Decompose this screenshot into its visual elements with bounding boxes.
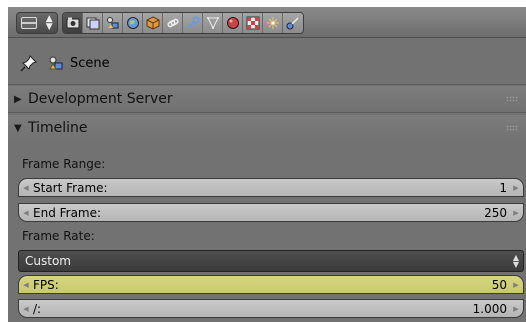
scene-tab[interactable]	[103, 13, 123, 33]
constraints-tab[interactable]	[163, 13, 183, 33]
breadcrumb-scene-label: Scene	[70, 55, 110, 71]
end-frame-field[interactable]: ◀ End Frame: 250 ▶	[18, 203, 524, 222]
properties-editor-icon	[21, 17, 38, 29]
start-frame-field[interactable]: ◀ Start Frame: 1 ▶	[18, 178, 524, 197]
object-tab[interactable]	[143, 13, 163, 33]
increment-arrow-icon[interactable]: ▶	[509, 184, 523, 192]
panel-title: Timeline	[28, 120, 88, 136]
field-label: FPS:	[33, 277, 59, 292]
constraints-icon	[166, 18, 179, 28]
drag-handle-icon[interactable]	[506, 96, 518, 102]
texture-icon	[246, 16, 259, 30]
object-data-mesh-icon	[206, 17, 219, 30]
object-icon	[146, 16, 159, 30]
field-value: 250	[484, 205, 507, 220]
field-label: /:	[33, 301, 42, 316]
render-icon	[66, 17, 79, 29]
updown-arrows-icon: ▲ ▼	[512, 253, 519, 269]
modifiers-wrench-icon	[186, 16, 200, 29]
decrement-arrow-icon[interactable]: ◀	[19, 184, 33, 192]
editor-type-selector[interactable]: ▲ ▼	[16, 12, 58, 34]
context-tabs	[62, 12, 304, 34]
scene-icon	[49, 56, 63, 70]
decrement-arrow-icon[interactable]: ◀	[19, 281, 33, 289]
decrement-arrow-icon[interactable]: ◀	[19, 305, 33, 313]
panel-title: Development Server	[28, 91, 173, 107]
world-tab[interactable]	[123, 13, 143, 33]
field-value: 1.000	[472, 301, 507, 316]
particles-icon	[266, 17, 279, 29]
frame-rate-preset-dropdown[interactable]: Custom ▲ ▼	[18, 250, 524, 272]
collapse-triangle-icon: ▼	[14, 122, 22, 134]
updown-arrows-icon: ▲ ▼	[45, 14, 53, 32]
particles-tab[interactable]	[263, 13, 283, 33]
frame-rate-label: Frame Rate:	[22, 229, 95, 243]
field-label: Start Frame:	[33, 180, 108, 195]
properties-editor: ▲ ▼ Scene ▶ Development Server ▼ Timelin…	[8, 7, 526, 322]
dropdown-value: Custom	[25, 254, 71, 268]
modifiers-tab[interactable]	[183, 13, 203, 33]
material-icon	[226, 17, 239, 29]
field-value: 50	[491, 277, 507, 292]
panel-header-development-server[interactable]: ▶ Development Server	[8, 86, 526, 112]
render-layers-tab[interactable]	[83, 13, 103, 33]
render-tab[interactable]	[63, 13, 83, 33]
divider	[8, 84, 526, 85]
properties-header: ▲ ▼	[8, 7, 526, 38]
increment-arrow-icon[interactable]: ▶	[509, 209, 523, 217]
material-tab[interactable]	[223, 13, 243, 33]
object-data-tab[interactable]	[203, 13, 223, 33]
increment-arrow-icon[interactable]: ▶	[509, 305, 523, 313]
decrement-arrow-icon[interactable]: ◀	[19, 209, 33, 217]
pin-icon[interactable]	[20, 54, 38, 72]
increment-arrow-icon[interactable]: ▶	[509, 281, 523, 289]
field-value: 1	[499, 180, 507, 195]
scene-icon	[106, 17, 118, 29]
field-label: End Frame:	[33, 205, 102, 220]
physics-icon	[286, 17, 299, 30]
physics-tab[interactable]	[283, 13, 303, 33]
context-breadcrumb: Scene	[8, 45, 526, 81]
frame-range-label: Frame Range:	[22, 157, 106, 171]
expand-triangle-icon: ▶	[14, 93, 22, 105]
texture-tab[interactable]	[243, 13, 263, 33]
divider	[8, 112, 526, 113]
render-layers-icon	[86, 17, 99, 30]
fps-field[interactable]: ◀ FPS: 50 ▶	[18, 275, 524, 294]
fps-base-field[interactable]: ◀ /: 1.000 ▶	[18, 299, 524, 318]
drag-handle-icon[interactable]	[506, 125, 518, 131]
world-icon	[126, 17, 139, 29]
panel-header-timeline[interactable]: ▼ Timeline	[8, 115, 526, 141]
